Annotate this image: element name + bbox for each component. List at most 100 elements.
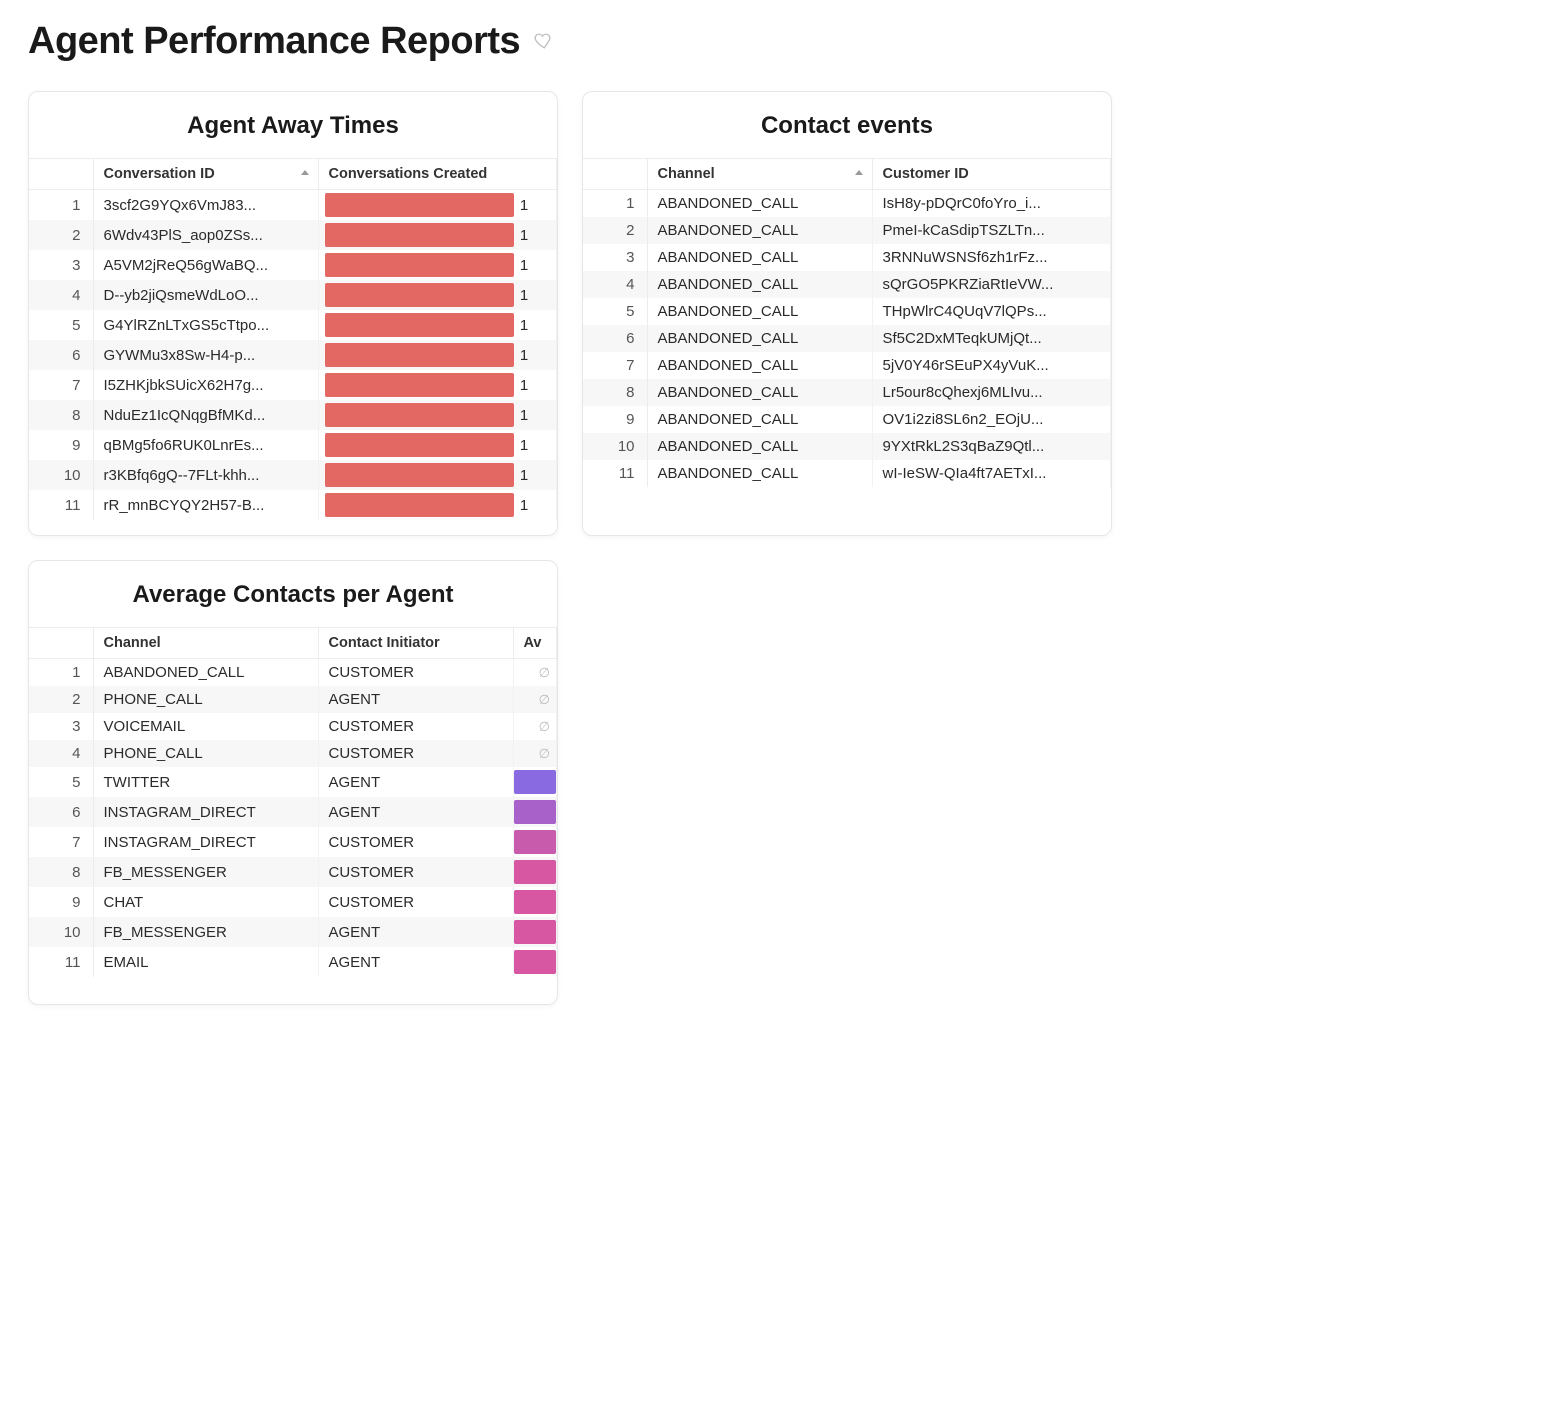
row-number: 10 [29,917,93,947]
row-number: 11 [29,947,93,977]
row-number: 6 [583,325,647,352]
table-row[interactable]: 8FB_MESSENGERCUSTOMER [29,857,557,887]
cell-average: ∅ [513,713,557,740]
table-row[interactable]: 8NduEz1IcQNqgBfMKd...1 [29,400,557,430]
table-container[interactable]: Channel Contact Initiator Av 1ABANDONED_… [29,627,557,1004]
table-row[interactable]: 11rR_mnBCYQY2H57-B...1 [29,490,557,520]
col-contact-initiator[interactable]: Contact Initiator [318,628,513,659]
row-number: 7 [29,827,93,857]
table-row[interactable]: 8ABANDONED_CALLLr5our8cQhexj6MLIvu... [583,379,1111,406]
table-container[interactable]: Conversation ID Conversations Created 13… [29,158,557,535]
row-number: 11 [583,460,647,487]
col-average[interactable]: Av [513,628,557,659]
cell-average [513,767,557,797]
bar-value: 1 [520,317,528,334]
table-row[interactable]: 26Wdv43PlS_aop0ZSs...1 [29,220,557,250]
table-row[interactable]: 5G4YlRZnLTxGS5cTtpo...1 [29,310,557,340]
card-agent-away-times: Agent Away Times Conversation ID [28,91,558,536]
table-row[interactable]: 5TWITTERAGENT [29,767,557,797]
cell-contact-initiator: AGENT [318,686,513,713]
bar-chart-segment [514,950,557,974]
table-row[interactable]: 6GYWMu3x8Sw-H4-p...1 [29,340,557,370]
null-icon: ∅ [539,692,550,707]
table-row[interactable]: 7INSTAGRAM_DIRECTCUSTOMER [29,827,557,857]
cell-channel: CHAT [93,887,318,917]
table-row[interactable]: 7ABANDONED_CALL5jV0Y46rSEuPX4yVuK... [583,352,1111,379]
bar-value: 1 [520,437,528,454]
table-row[interactable]: 3A5VM2jReQ56gWaBQ...1 [29,250,557,280]
bar-chart-segment [325,373,514,397]
cell-channel: TWITTER [93,767,318,797]
table-row[interactable]: 1ABANDONED_CALLCUSTOMER∅ [29,659,557,687]
sort-asc-icon[interactable] [854,167,864,181]
table-row[interactable]: 10FB_MESSENGERAGENT [29,917,557,947]
card-title: Agent Away Times [29,92,557,158]
table-row[interactable]: 4ABANDONED_CALLsQrGO5PKRZiaRtIeVW... [583,271,1111,298]
bar-value: 1 [520,377,528,394]
cell-channel: PHONE_CALL [93,686,318,713]
table-row[interactable]: 3ABANDONED_CALL3RNNuWSNSf6zh1rFz... [583,244,1111,271]
table-row[interactable]: 6INSTAGRAM_DIRECTAGENT [29,797,557,827]
cell-conversation-id: G4YlRZnLTxGS5cTtpo... [93,310,318,340]
cell-conversation-id: 3scf2G9YQx6VmJ83... [93,190,318,221]
cell-average: ∅ [513,686,557,713]
table-container[interactable]: Channel Customer ID 1ABANDONED_CALLIsH8y… [583,158,1111,535]
row-number: 2 [583,217,647,244]
table-row[interactable]: 10ABANDONED_CALL9YXtRkL2S3qBaZ9Qtl... [583,433,1111,460]
bar-chart-segment [325,463,514,487]
col-conversations-created[interactable]: Conversations Created [318,159,557,190]
cell-contact-initiator: CUSTOMER [318,713,513,740]
table-row[interactable]: 1ABANDONED_CALLIsH8y-pDQrC0foYro_i... [583,190,1111,218]
cell-channel: ABANDONED_CALL [647,352,872,379]
cell-conversation-id: 6Wdv43PlS_aop0ZSs... [93,220,318,250]
col-customer-id[interactable]: Customer ID [872,159,1111,190]
table-row[interactable]: 7I5ZHKjbkSUicX62H7g...1 [29,370,557,400]
cell-contact-initiator: CUSTOMER [318,887,513,917]
cell-conversation-id: D--yb2jiQsmeWdLoO... [93,280,318,310]
row-number: 4 [583,271,647,298]
table-row[interactable]: 10r3KBfq6gQ--7FLt-khh...1 [29,460,557,490]
bar-chart-segment [514,830,557,854]
cell-customer-id: OV1i2zi8SL6n2_EOjU... [872,406,1111,433]
table-row[interactable]: 11EMAILAGENT [29,947,557,977]
table-row[interactable]: 3VOICEMAILCUSTOMER∅ [29,713,557,740]
cell-channel: ABANDONED_CALL [647,298,872,325]
table-row[interactable]: 6ABANDONED_CALLSf5C2DxMTeqkUMjQt... [583,325,1111,352]
bar-value: 1 [520,227,528,244]
cell-contact-initiator: CUSTOMER [318,740,513,767]
table-row[interactable]: 2PHONE_CALLAGENT∅ [29,686,557,713]
favorite-heart-icon[interactable] [532,30,556,54]
row-number: 5 [29,767,93,797]
table-row[interactable]: 11ABANDONED_CALLwI-IeSW-QIa4ft7AETxI... [583,460,1111,487]
bar-chart-segment [514,770,557,794]
cell-contact-initiator: AGENT [318,767,513,797]
cell-contact-initiator: CUSTOMER [318,827,513,857]
cell-average [513,947,557,977]
contact-events-table: Channel Customer ID 1ABANDONED_CALLIsH8y… [583,159,1111,487]
col-channel[interactable]: Channel [647,159,872,190]
cell-customer-id: Sf5C2DxMTeqkUMjQt... [872,325,1111,352]
table-row[interactable]: 4D--yb2jiQsmeWdLoO...1 [29,280,557,310]
cell-channel: ABANDONED_CALL [647,406,872,433]
table-row[interactable]: 9ABANDONED_CALLOV1i2zi8SL6n2_EOjU... [583,406,1111,433]
table-row[interactable]: 2ABANDONED_CALLPmeI-kCaSdipTSZLTn... [583,217,1111,244]
cell-channel: EMAIL [93,947,318,977]
col-channel[interactable]: Channel [93,628,318,659]
table-row[interactable]: 9CHATCUSTOMER [29,887,557,917]
table-row[interactable]: 13scf2G9YQx6VmJ83...1 [29,190,557,221]
bar-chart-segment [325,433,514,457]
table-row[interactable]: 4PHONE_CALLCUSTOMER∅ [29,740,557,767]
cell-conversation-id: A5VM2jReQ56gWaBQ... [93,250,318,280]
bar-chart-segment [514,920,557,944]
sort-asc-icon[interactable] [300,167,310,181]
cell-contact-initiator: AGENT [318,917,513,947]
cell-channel: ABANDONED_CALL [647,379,872,406]
bar-chart-segment [325,193,514,217]
bar-value: 1 [520,497,528,514]
cell-conversations-created: 1 [318,430,557,460]
col-conversation-id[interactable]: Conversation ID [93,159,318,190]
col-label: Av [524,635,542,651]
table-row[interactable]: 9qBMg5fo6RUK0LnrEs...1 [29,430,557,460]
table-row[interactable]: 5ABANDONED_CALLTHpWlrC4QUqV7lQPs... [583,298,1111,325]
bar-value: 1 [520,257,528,274]
